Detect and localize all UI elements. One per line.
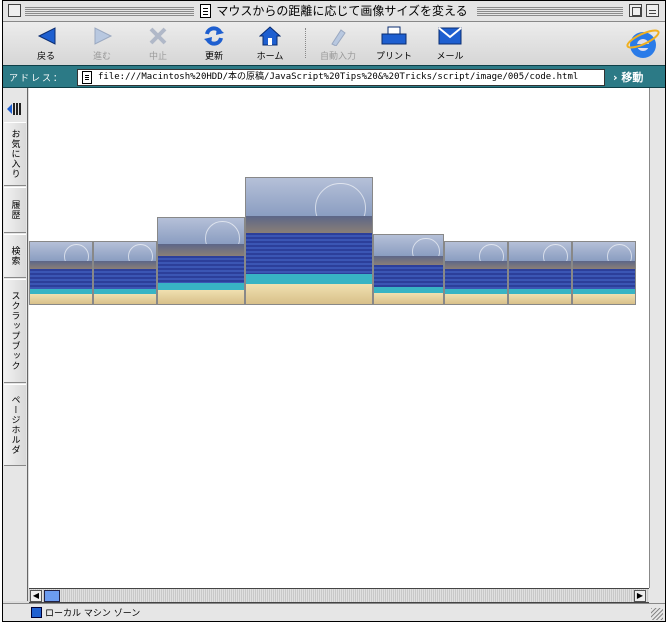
mail-label: メール (436, 52, 464, 62)
go-button[interactable]: › 移動 (613, 69, 643, 85)
horizontal-scrollbar[interactable]: ◀ ▶ (29, 588, 649, 603)
title-bar[interactable]: マウスからの距離に応じて画像サイズを変える (3, 1, 665, 22)
sidebar-tab-page-holder[interactable]: ページホルダ (4, 384, 26, 466)
status-text: ローカル マシン ゾーン (45, 609, 141, 619)
sidebar-tab-favorites[interactable]: お気に入り (4, 122, 26, 186)
back-label: 戻る (36, 52, 55, 62)
beach-image[interactable] (373, 234, 444, 305)
beach-image[interactable] (508, 241, 572, 305)
home-button[interactable]: ホーム (243, 24, 297, 62)
window-title: マウスからの距離に応じて画像サイズを変える (216, 4, 468, 18)
scroll-thumb[interactable] (44, 590, 60, 602)
sidebar-toggle-icon[interactable] (7, 102, 22, 116)
mail-icon (438, 27, 462, 45)
resize-grip-icon[interactable] (651, 608, 663, 620)
ie-logo-icon (626, 29, 660, 58)
address-field[interactable]: file:///Macintosh%20HDD/本の原稿/JavaScript%… (77, 69, 605, 86)
toolbar: 戻る 進む 中止 更新 ホーム 自動入力 プリント メール (3, 22, 665, 65)
explorer-sidebar: お気に入り 履歴 検索 スクラップブック ページホルダ (3, 88, 28, 601)
sidebar-tab-scrapbook[interactable]: スクラップブック (4, 279, 26, 383)
page-holder-label: ページホルダ (9, 395, 20, 455)
back-arrow-icon (37, 27, 56, 45)
home-icon (259, 26, 281, 46)
favorites-label: お気に入り (9, 129, 20, 179)
print-label: プリント (375, 52, 412, 62)
go-arrow-icon: › (613, 71, 618, 84)
search-label: 検索 (9, 246, 20, 266)
stop-label: 中止 (148, 52, 167, 62)
beach-image[interactable] (444, 241, 508, 305)
stop-button[interactable]: 中止 (131, 24, 185, 62)
address-url: file:///Macintosh%20HDD/本の原稿/JavaScript%… (98, 72, 579, 82)
go-label: 移動 (621, 71, 644, 84)
scroll-right-arrow-icon[interactable]: ▶ (634, 590, 646, 602)
address-bar: アドレス： file:///Macintosh%20HDD/本の原稿/JavaS… (3, 65, 665, 88)
document-icon (200, 4, 212, 18)
status-bar: ローカル マシン ゾーン (3, 603, 665, 621)
browser-window: マウスからの距離に応じて画像サイズを変える 戻る 進む 中止 更新 ホーム 自動 (2, 0, 666, 622)
scroll-corner (649, 588, 665, 603)
forward-button[interactable]: 進む (75, 24, 129, 62)
page-content (29, 88, 649, 588)
forward-label: 進む (92, 52, 111, 62)
refresh-icon (204, 26, 224, 46)
beach-image[interactable] (93, 241, 157, 305)
beach-image[interactable] (157, 217, 245, 305)
autofill-icon (331, 29, 346, 46)
mail-button[interactable]: メール (423, 24, 477, 62)
refresh-label: 更新 (204, 52, 223, 62)
printer-icon (381, 26, 407, 45)
back-button[interactable]: 戻る (19, 24, 73, 62)
toolbar-separator (305, 28, 306, 58)
history-label: 履歴 (9, 200, 20, 220)
sidebar-tab-history[interactable]: 履歴 (4, 187, 26, 233)
collapse-box-button[interactable] (646, 4, 659, 17)
print-button[interactable]: プリント (367, 24, 421, 62)
zoom-box-button[interactable] (629, 4, 642, 17)
beach-image-enlarged[interactable] (245, 177, 373, 305)
zone-icon (31, 607, 42, 618)
address-label: アドレス： (9, 74, 65, 84)
vertical-scrollbar[interactable] (649, 88, 665, 588)
home-label: ホーム (256, 52, 284, 62)
file-icon (82, 71, 92, 84)
scrapbook-label: スクラップブック (9, 291, 20, 371)
autofill-label: 自動入力 (319, 52, 356, 62)
stop-icon (149, 27, 167, 45)
autofill-button[interactable]: 自動入力 (311, 24, 365, 62)
sidebar-tab-search[interactable]: 検索 (4, 234, 26, 278)
beach-image[interactable] (29, 241, 93, 305)
forward-arrow-icon (94, 27, 113, 45)
scroll-left-arrow-icon[interactable]: ◀ (30, 590, 42, 602)
beach-image[interactable] (572, 241, 636, 305)
refresh-button[interactable]: 更新 (187, 24, 241, 62)
